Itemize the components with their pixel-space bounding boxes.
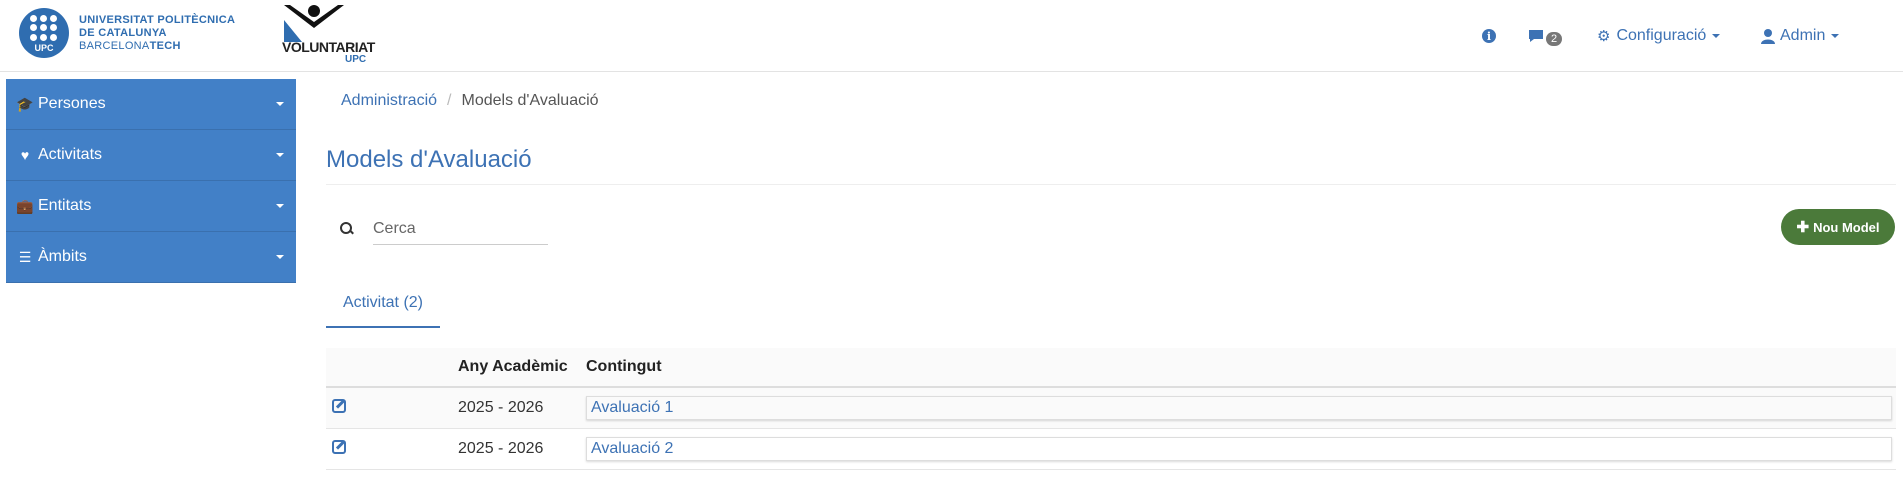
upc-logo-circle: UPC <box>19 8 69 58</box>
voluntariat-subtitle: UPC <box>345 54 367 65</box>
briefcase-icon: 💼 <box>16 197 34 214</box>
upc-name-line3-bold: TECH <box>149 39 181 52</box>
sidebar-item-activitats[interactable]: ♥ Activitats <box>6 130 296 181</box>
user-icon <box>1761 28 1775 44</box>
chevron-down-icon <box>276 204 284 208</box>
new-model-label: Nou Model <box>1813 219 1880 235</box>
header-contingut: Contingut <box>586 358 662 375</box>
admin-dropdown[interactable]: Admin <box>1761 0 1840 72</box>
content-link[interactable]: Avaluació 1 <box>591 399 673 417</box>
chevron-down-icon <box>1831 34 1840 38</box>
new-model-button[interactable]: ✚ Nou Model <box>1781 209 1895 245</box>
row-year: 2025 - 2026 <box>458 399 544 416</box>
breadcrumb-separator: / <box>447 92 452 109</box>
admin-label: Admin <box>1780 27 1826 44</box>
upc-circle-text: UPC <box>34 43 54 53</box>
sidebar-item-label: Activitats <box>38 146 103 163</box>
upc-name-line1: UNIVERSITAT POLITÈCNICA <box>79 13 236 26</box>
header-any-academic: Any Acadèmic <box>458 358 568 375</box>
chevron-down-icon <box>276 255 284 259</box>
chevron-down-icon <box>276 153 284 157</box>
info-button[interactable]: i <box>1482 0 1496 72</box>
voluntariat-logo[interactable]: VOLUNTARIAT UPC <box>282 2 382 66</box>
content-cell: Avaluació 1 <box>586 396 1892 420</box>
search-icon <box>340 222 354 236</box>
voluntariat-title: VOLUNTARIAT <box>282 39 375 55</box>
title-divider <box>326 184 1896 185</box>
page-title: Models d'Avaluació <box>326 146 532 173</box>
breadcrumb-current: Models d'Avaluació <box>461 92 599 109</box>
sidebar-item-ambits[interactable]: ☰ Àmbits <box>6 232 296 283</box>
voluntariat-figure-icon <box>284 5 344 42</box>
comment-icon <box>1529 30 1543 42</box>
list-icon: ☰ <box>18 248 32 265</box>
table-header-row: Any Acadèmic Contingut <box>326 348 1896 388</box>
sidebar-item-label: Àmbits <box>38 248 87 265</box>
search-input[interactable] <box>373 213 548 245</box>
sidebar-item-label: Entitats <box>38 197 92 214</box>
models-table: Any Acadèmic Contingut 2025 - 2026 Avalu… <box>326 348 1896 470</box>
upc-name: UNIVERSITAT POLITÈCNICA DE CATALUNYA BAR… <box>79 14 235 53</box>
chevron-down-icon <box>276 102 284 106</box>
config-label: Configuració <box>1616 27 1707 44</box>
graduation-cap-icon: 🎓 <box>16 95 34 112</box>
content-link[interactable]: Avaluació 2 <box>591 440 673 458</box>
upc-name-line2: DE CATALUNYA <box>79 26 167 39</box>
breadcrumb: Administració / Models d'Avaluació <box>341 92 599 110</box>
heart-icon: ♥ <box>20 147 30 163</box>
search-bar <box>340 213 548 245</box>
upc-name-line3-light: BARCELONA <box>79 39 150 52</box>
sidebar-item-persones[interactable]: 🎓 Persones <box>6 79 296 130</box>
messages-badge: 2 <box>1546 32 1563 46</box>
content-cell: Avaluació 2 <box>586 437 1892 461</box>
breadcrumb-administracio-link[interactable]: Administració <box>341 92 437 110</box>
config-dropdown[interactable]: ⚙ Configuració <box>1597 0 1721 72</box>
sidebar-item-label: Persones <box>38 95 106 112</box>
edit-icon[interactable] <box>332 439 346 454</box>
info-icon: i <box>1482 29 1496 43</box>
gear-icon: ⚙ <box>1597 28 1611 45</box>
sidebar: 🎓 Persones ♥ Activitats 💼 Entitats ☰ Àmb… <box>6 79 296 283</box>
table-row: 2025 - 2026 Avaluació 2 <box>326 429 1896 470</box>
edit-icon[interactable] <box>332 398 346 413</box>
plus-icon: ✚ <box>1796 219 1810 236</box>
tab-activitat[interactable]: Activitat (2) <box>326 280 440 328</box>
chevron-down-icon <box>1712 34 1721 38</box>
sidebar-item-entitats[interactable]: 💼 Entitats <box>6 181 296 232</box>
top-navbar: UPC UNIVERSITAT POLITÈCNICA DE CATALUNYA… <box>0 0 1903 72</box>
upc-logo[interactable]: UPC UNIVERSITAT POLITÈCNICA DE CATALUNYA… <box>19 8 235 58</box>
row-year: 2025 - 2026 <box>458 440 544 457</box>
messages-button[interactable]: 2 <box>1528 0 1563 72</box>
table-row: 2025 - 2026 Avaluació 1 <box>326 388 1896 429</box>
